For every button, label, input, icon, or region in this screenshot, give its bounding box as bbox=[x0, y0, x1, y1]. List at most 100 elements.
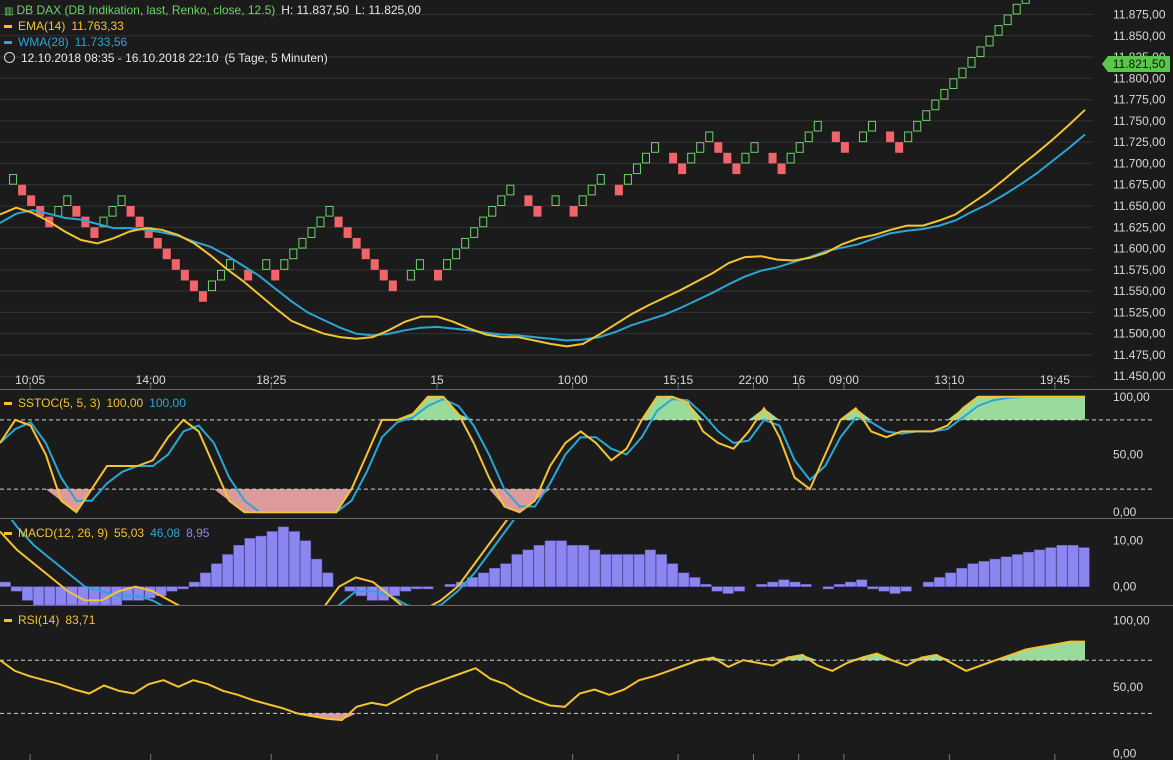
renko-brick-up bbox=[1013, 4, 1020, 14]
wma-legend: WMA(28)11.733,56 bbox=[4, 34, 133, 50]
renko-brick-down bbox=[389, 280, 397, 291]
rsi-legend: RSI(14) 83,71 bbox=[4, 612, 101, 628]
rsi-line bbox=[0, 642, 1085, 721]
price-tick-label: 11.725,00 bbox=[1113, 135, 1166, 149]
macd-tick-label: 10,00 bbox=[1113, 534, 1143, 548]
price-tick-label: 11.875,00 bbox=[1113, 7, 1166, 21]
macd-hist-bar bbox=[678, 573, 689, 587]
clock-icon bbox=[4, 52, 15, 63]
macd-hist-bar bbox=[234, 545, 245, 586]
macd-hist-bar bbox=[578, 545, 589, 586]
x-tick-label: 14:00 bbox=[136, 373, 166, 387]
x-tick-label: 18:25 bbox=[256, 373, 286, 387]
macd-hist-bar bbox=[834, 584, 845, 586]
renko-brick-down bbox=[72, 206, 80, 217]
ema-value: 11.763,33 bbox=[71, 19, 124, 33]
x-tick-label: 10:05 bbox=[15, 373, 45, 387]
renko-brick-up bbox=[471, 228, 478, 238]
rsi-label: RSI(14) bbox=[18, 613, 59, 627]
renko-brick-down bbox=[190, 280, 198, 291]
chart-canvas[interactable]: 11.450,0011.475,0011.500,0011.525,0011.5… bbox=[0, 0, 1173, 760]
macd-hist-bar bbox=[601, 554, 612, 586]
macd-hist-bar bbox=[712, 587, 723, 592]
sstoc-tick-label: 50,00 bbox=[1113, 448, 1143, 462]
macd-hist-bar bbox=[289, 531, 300, 586]
renko-brick-up bbox=[453, 249, 460, 259]
current-price-badge: 11.821,50 bbox=[1102, 56, 1170, 72]
renko-brick-up bbox=[109, 206, 116, 216]
renko-brick-up bbox=[869, 121, 876, 131]
macd-hist-bar bbox=[934, 577, 945, 586]
renko-brick-up bbox=[299, 238, 306, 248]
renko-brick-up bbox=[697, 143, 704, 153]
macd-hist-bar bbox=[489, 568, 500, 586]
sstoc-swatch bbox=[4, 402, 12, 405]
wma-label: WMA(28) bbox=[18, 35, 69, 49]
renko-brick-up bbox=[905, 132, 912, 142]
renko-brick-up bbox=[218, 270, 225, 280]
renko-brick-down bbox=[27, 195, 35, 206]
renko-brick-up bbox=[579, 196, 586, 206]
renko-brick-up bbox=[308, 228, 315, 238]
price-tick-label: 11.450,00 bbox=[1113, 369, 1166, 383]
macd-hist-bar bbox=[923, 582, 934, 587]
renko-brick-up bbox=[1022, 0, 1029, 3]
macd-hist-bar bbox=[1046, 548, 1057, 587]
macd-hist-bar bbox=[345, 587, 356, 592]
macd-hist-bar bbox=[1034, 550, 1045, 587]
macd-hist-bar bbox=[656, 554, 667, 586]
macd-hist-bar bbox=[501, 564, 512, 587]
rsi-tick-label: 0,00 bbox=[1113, 746, 1137, 760]
renko-brick-up bbox=[290, 249, 297, 259]
range-note: (5 Tage, 5 Minuten) bbox=[225, 51, 328, 65]
ema-label: EMA(14) bbox=[18, 19, 65, 33]
macd-swatch bbox=[4, 532, 12, 535]
renko-brick-up bbox=[317, 217, 324, 227]
renko-brick-up bbox=[10, 175, 17, 185]
renko-brick-down bbox=[533, 206, 541, 217]
renko-brick-up bbox=[489, 206, 496, 216]
macd-hist-bar bbox=[78, 587, 89, 605]
sstoc-legend: SSTOC(5, 5, 3)100,00100,00 bbox=[4, 395, 192, 411]
renko-brick-up bbox=[227, 260, 234, 270]
price-tick-label: 11.500,00 bbox=[1113, 327, 1166, 341]
sstoc-slow-line bbox=[0, 397, 1085, 512]
renko-brick-up bbox=[507, 185, 514, 195]
renko-brick-down bbox=[353, 238, 361, 249]
renko-brick-up bbox=[326, 206, 333, 216]
wma-line bbox=[0, 135, 1085, 341]
renko-brick-up bbox=[597, 175, 604, 185]
rsi-value: 83,71 bbox=[65, 613, 95, 627]
macd-hist-bar bbox=[623, 554, 634, 586]
macd-hist-bar bbox=[300, 541, 311, 587]
macd-hist-bar bbox=[945, 573, 956, 587]
sstoc-value-slow: 100,00 bbox=[149, 396, 186, 410]
price-tick-label: 11.475,00 bbox=[1113, 348, 1166, 362]
macd-hist-bar bbox=[323, 573, 334, 587]
macd-value: 55,03 bbox=[114, 526, 144, 540]
macd-hist-bar bbox=[200, 573, 211, 587]
macd-hist-bar bbox=[612, 554, 623, 586]
macd-hist-bar bbox=[701, 584, 712, 586]
macd-hist-bar bbox=[545, 541, 556, 587]
x-tick-label: 22:00 bbox=[738, 373, 768, 387]
macd-hist-bar bbox=[1057, 545, 1068, 586]
x-tick-label: 16 bbox=[792, 373, 806, 387]
price-tick-label: 11.675,00 bbox=[1113, 178, 1166, 192]
renko-brick-down bbox=[335, 217, 343, 228]
renko-brick-up bbox=[995, 26, 1002, 36]
wma-swatch bbox=[4, 41, 12, 44]
renko-brick-down bbox=[732, 163, 740, 174]
renko-brick-up bbox=[552, 196, 559, 206]
macd-signal-line bbox=[0, 375, 1085, 660]
renko-brick-down bbox=[669, 153, 677, 164]
macd-hist-bar bbox=[33, 587, 44, 605]
macd-hist-bar bbox=[189, 582, 200, 587]
macd-hist-bar bbox=[634, 554, 645, 586]
renko-brick-down bbox=[18, 185, 26, 196]
renko-brick-up bbox=[914, 121, 921, 131]
signal-value: 46,08 bbox=[150, 526, 180, 540]
renko-brick-up bbox=[407, 270, 414, 280]
price-tick-label: 11.650,00 bbox=[1113, 199, 1166, 213]
renko-brick-up bbox=[642, 153, 649, 163]
